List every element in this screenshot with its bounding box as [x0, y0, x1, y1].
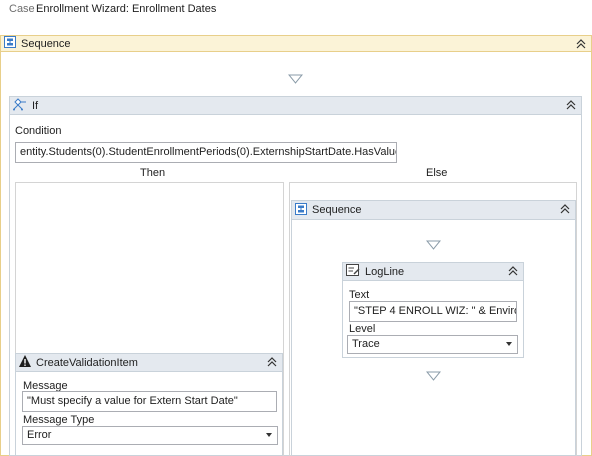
- else-label: Else: [426, 167, 448, 179]
- collapse-icon[interactable]: [507, 265, 519, 277]
- collapse-icon[interactable]: [559, 203, 571, 215]
- then-label: Then: [140, 167, 166, 179]
- if-title: If: [32, 99, 39, 112]
- breadcrumb-value[interactable]: Enrollment Wizard: Enrollment Dates: [36, 3, 216, 15]
- collapse-icon[interactable]: [575, 38, 587, 50]
- message-type-label: Message Type: [23, 414, 95, 426]
- else-sequence-title: Sequence: [312, 204, 362, 216]
- logline-level-label: Level: [349, 323, 376, 335]
- logline-text-field[interactable]: "STEP 4 ENROLL WIZ: " & Environment: [349, 301, 517, 322]
- logline-level-value: Trace: [352, 338, 380, 350]
- outer-sequence-title: Sequence: [21, 37, 71, 50]
- message-type-select[interactable]: Error: [22, 426, 278, 445]
- outer-sequence-header[interactable]: Sequence: [1, 36, 591, 52]
- breadcrumb-label: Case: [9, 3, 35, 15]
- drop-target-arrow-icon[interactable]: [287, 74, 304, 87]
- chevron-down-icon: [266, 433, 272, 437]
- logline-title: LogLine: [365, 265, 405, 278]
- drop-target-arrow-icon[interactable]: [425, 240, 442, 253]
- message-type-value: Error: [27, 429, 52, 441]
- chevron-down-icon: [506, 342, 512, 346]
- create-validation-item-header[interactable]: CreateValidationItem: [16, 354, 282, 372]
- logline-icon: [345, 263, 361, 280]
- create-validation-item-title: CreateValidationItem: [36, 356, 138, 369]
- drop-target-arrow-icon[interactable]: [425, 371, 442, 384]
- condition-label: Condition: [15, 125, 62, 137]
- warning-icon: [18, 354, 32, 371]
- else-sequence-header[interactable]: Sequence: [292, 201, 575, 220]
- collapse-icon[interactable]: [266, 356, 278, 368]
- logline-level-select[interactable]: Trace: [347, 335, 518, 354]
- if-header[interactable]: If: [10, 97, 581, 115]
- collapse-icon[interactable]: [565, 99, 577, 111]
- breadcrumb: Case Enrollment Wizard: Enrollment Dates: [0, 0, 592, 22]
- if-icon: [12, 97, 28, 114]
- logline-header[interactable]: LogLine: [343, 263, 523, 281]
- message-field[interactable]: "Must specify a value for Extern Start D…: [22, 391, 277, 412]
- logline-text-label: Text: [349, 289, 370, 301]
- condition-field[interactable]: entity.Students(0).StudentEnrollmentPeri…: [15, 142, 397, 163]
- sequence-icon: [294, 202, 308, 219]
- sequence-icon: [3, 35, 17, 52]
